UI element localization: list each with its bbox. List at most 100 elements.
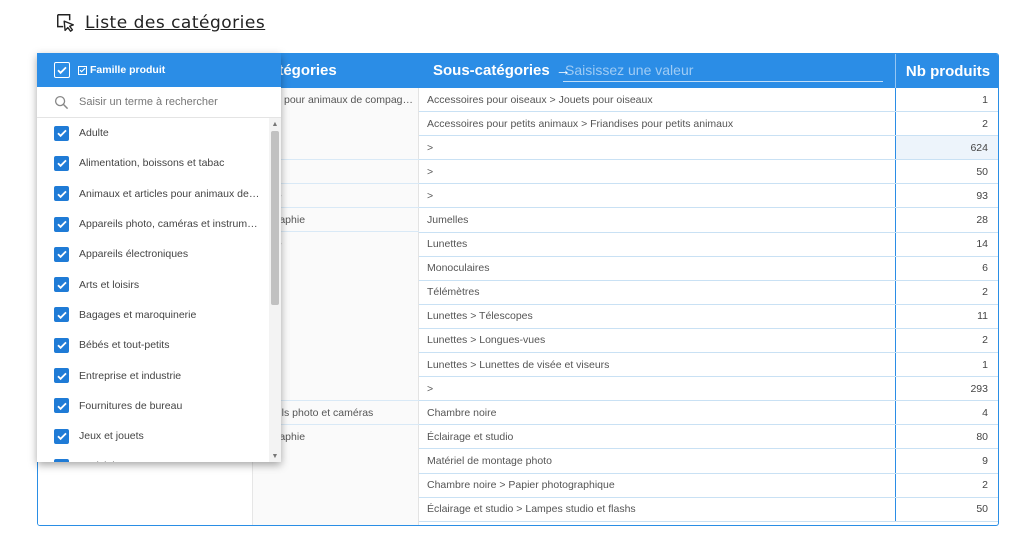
option-checkbox[interactable] xyxy=(54,125,69,141)
product-count-cell: 50 xyxy=(895,497,998,521)
dropdown-option[interactable]: Adulte xyxy=(37,118,269,148)
product-count-cell: 11 xyxy=(895,304,998,328)
subcategory-cell: Jumelles xyxy=(427,214,469,227)
product-count-cell: 28 xyxy=(895,208,998,232)
subcategory-cell: Lunettes > Lunettes de visée et viseurs xyxy=(427,358,610,371)
product-count-header: Nb produits xyxy=(895,54,998,88)
subcategory-cell: Lunettes > Télescopes xyxy=(427,310,533,323)
table-row: >293 xyxy=(419,377,998,402)
product-count-cell: 2 xyxy=(895,280,998,304)
check-icon xyxy=(56,341,67,350)
table-row: Accessoires pour petits animaux > Friand… xyxy=(419,112,998,137)
option-checkbox[interactable] xyxy=(54,398,69,414)
option-label: Fournitures de bureau xyxy=(79,399,183,412)
checkbox-icon xyxy=(78,65,87,75)
scrollbar-thumb[interactable] xyxy=(271,131,279,305)
select-all-checkbox[interactable] xyxy=(54,62,70,78)
table-row: Accessoires pour oiseaux > Jouets pour o… xyxy=(419,88,998,113)
check-icon xyxy=(56,311,67,319)
subcategory-cell: Éclairage et studio > Lampes studio et f… xyxy=(427,503,636,516)
dropdown-option[interactable]: Arts et loisirs xyxy=(37,269,269,299)
product-count-cell: 9 xyxy=(895,449,998,473)
subcategories-header-label: Sous-catégories xyxy=(433,62,550,79)
table-row: Lunettes > Télescopes 11 xyxy=(419,304,998,329)
product-count-cell: 14 xyxy=(895,232,998,256)
product-count-cell: 50 xyxy=(895,160,998,184)
subcategory-cell: Lunettes xyxy=(427,238,468,251)
dropdown-title: Famille produit xyxy=(78,64,165,76)
option-checkbox[interactable] xyxy=(54,277,69,293)
subcategory-cell: Matériel de montage photo xyxy=(427,454,552,467)
subcategory-cell: Éclairage et studio xyxy=(427,430,514,443)
subcategory-cell: > xyxy=(427,382,434,395)
page-title: Liste des catégories xyxy=(55,10,265,36)
option-checkbox[interactable] xyxy=(54,216,69,232)
table-row: Éclairage et studio 80 xyxy=(419,425,998,450)
subcategory-cell: > xyxy=(427,189,434,202)
dropdown-search-input[interactable] xyxy=(79,96,269,108)
option-label: Appareils photo, caméras et instrum… xyxy=(79,218,258,231)
subcategory-cell: Télémètres xyxy=(427,286,480,299)
dropdown-option[interactable]: Logiciels xyxy=(37,451,269,462)
table-row: Éclairage et studio > Lampes studio et f… xyxy=(419,497,998,522)
option-checkbox[interactable] xyxy=(54,428,69,444)
scroll-up-icon[interactable]: ▲ xyxy=(269,118,281,130)
option-checkbox[interactable] xyxy=(54,337,69,353)
dropdown-options: Adulte Alimentation, boissons et tabac Ani… xyxy=(37,118,269,462)
option-label: Arts et loisirs xyxy=(79,278,140,291)
check-icon xyxy=(56,402,67,410)
subcategory-cell: > xyxy=(427,165,434,178)
option-checkbox[interactable] xyxy=(54,246,69,262)
table-row: Chambre noire > Papier photographique 2 xyxy=(419,473,998,498)
subcategory-cell: Chambre noire xyxy=(427,406,497,419)
option-label: Bébés et tout-petits xyxy=(79,339,170,352)
product-family-dropdown[interactable]: Famille produit Adulte Alimentation, bois… xyxy=(37,53,281,462)
page-title-text[interactable]: Liste des catégories xyxy=(85,13,265,33)
option-label: Animaux et articles pour animaux de… xyxy=(79,187,260,200)
product-count-cell: 1 xyxy=(895,353,998,377)
dropdown-option[interactable]: Bagages et maroquinerie xyxy=(37,300,269,330)
check-icon xyxy=(56,281,67,289)
dropdown-option[interactable]: Appareils électroniques xyxy=(37,239,269,269)
table-row: >93 xyxy=(419,184,998,209)
subcategory-rows: Accessoires pour oiseaux > Jouets pour o… xyxy=(419,88,998,522)
option-checkbox[interactable] xyxy=(54,307,69,323)
subcategory-cell: Accessoires pour petits animaux > Friand… xyxy=(427,117,734,130)
subcategory-search-input[interactable] xyxy=(563,58,883,82)
subcategory-cell: Monoculaires xyxy=(427,262,490,275)
option-checkbox[interactable] xyxy=(54,155,69,171)
check-icon xyxy=(57,66,67,75)
dropdown-option[interactable]: Animaux et articles pour animaux de… xyxy=(37,179,269,209)
check-icon xyxy=(56,372,67,380)
check-icon xyxy=(56,220,67,229)
subcategory-cell: Chambre noire > Papier photographique xyxy=(427,479,615,492)
dropdown-option[interactable]: Alimentation, boissons et tabac xyxy=(37,148,269,178)
dropdown-header[interactable]: Famille produit xyxy=(37,53,281,87)
table-row: Matériel de montage photo 9 xyxy=(419,449,998,474)
check-icon xyxy=(56,190,67,198)
dropdown-option[interactable]: Jeux et jouets xyxy=(37,421,269,451)
table-row: Lunettes > Lunettes de visée et viseurs 1 xyxy=(419,353,998,378)
cursor-select-icon xyxy=(57,14,75,32)
check-icon xyxy=(56,160,67,168)
option-label: Logiciels xyxy=(79,460,120,462)
product-count-cell: 2 xyxy=(895,473,998,497)
check-icon xyxy=(56,460,68,462)
option-checkbox[interactable] xyxy=(54,368,69,384)
dropdown-search xyxy=(37,87,281,118)
dropdown-option[interactable]: Bébés et tout-petits xyxy=(37,330,269,360)
search-icon xyxy=(54,95,69,109)
dropdown-scrollbar[interactable]: ▲ ▼ xyxy=(269,118,281,462)
scroll-down-icon[interactable]: ▼ xyxy=(269,450,281,462)
dropdown-option[interactable]: Entreprise et industrie xyxy=(37,360,269,390)
option-checkbox[interactable] xyxy=(54,458,69,462)
option-label: Appareils électroniques xyxy=(79,248,189,261)
check-icon xyxy=(56,129,67,138)
subcategories-header: Sous-catégories → xyxy=(433,62,571,79)
table-row: Télémètres 2 xyxy=(419,280,998,305)
option-checkbox[interactable] xyxy=(54,186,69,202)
dropdown-option[interactable]: Appareils photo, caméras et instrum… xyxy=(37,209,269,239)
table-row: Chambre noire 4 xyxy=(419,401,998,426)
product-count-cell: 293 xyxy=(895,377,998,401)
dropdown-option[interactable]: Fournitures de bureau xyxy=(37,391,269,421)
